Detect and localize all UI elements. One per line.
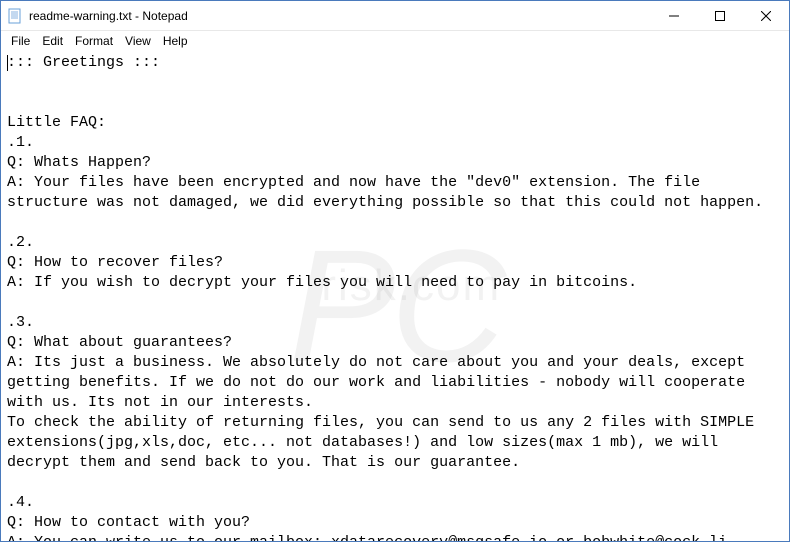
document-text: ::: Greetings ::: Little FAQ: .1. Q: Wha…: [7, 54, 763, 541]
window-title: readme-warning.txt - Notepad: [29, 9, 651, 23]
menu-edit[interactable]: Edit: [36, 33, 69, 49]
minimize-button[interactable]: [651, 1, 697, 30]
menu-help[interactable]: Help: [157, 33, 194, 49]
maximize-button[interactable]: [697, 1, 743, 30]
menubar: File Edit Format View Help: [1, 31, 789, 51]
menu-format[interactable]: Format: [69, 33, 119, 49]
notepad-window: readme-warning.txt - Notepad File Edit F…: [0, 0, 790, 542]
window-controls: [651, 1, 789, 30]
titlebar: readme-warning.txt - Notepad: [1, 1, 789, 31]
menu-view[interactable]: View: [119, 33, 157, 49]
notepad-icon: [7, 8, 23, 24]
text-editor-area[interactable]: ::: Greetings ::: Little FAQ: .1. Q: Wha…: [1, 51, 789, 541]
close-button[interactable]: [743, 1, 789, 30]
menu-file[interactable]: File: [5, 33, 36, 49]
